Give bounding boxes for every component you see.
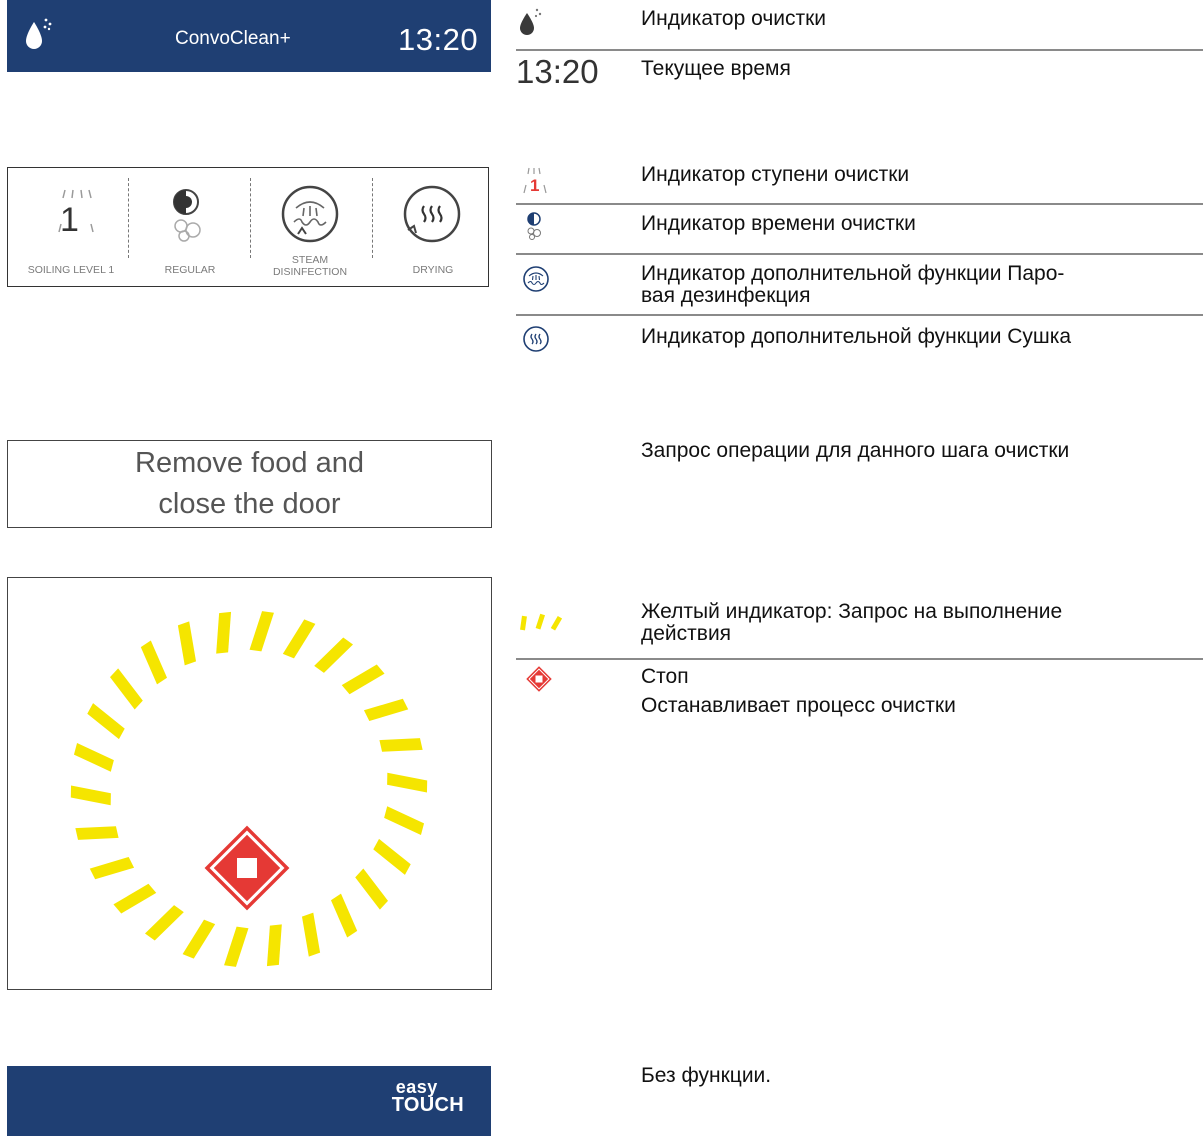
indicator-dash [373,838,411,875]
indicator-dash [70,785,111,806]
step-label-steam: STEAM DISINFECTION [250,254,370,278]
drying-icon [403,185,461,243]
soiling-level-number: 1 [60,201,79,239]
cleaning-time-icon [527,212,541,240]
divider [372,178,373,258]
indicator-dash [177,621,197,666]
stop-icon [526,666,552,692]
divider [516,253,1203,255]
indicator-dash [145,905,184,941]
indicator-dash [216,611,232,654]
legend-cleaning-time: Индикатор времени очистки [641,212,916,235]
legend-steam-line1: Индикатор дополнительной функции Паро- [641,262,1065,285]
indicator-dash [341,664,385,695]
steam-disinfection-icon [523,266,549,292]
indicator-dash [363,698,409,722]
clock: 13:20 [398,22,479,57]
indicator-dash [355,868,388,910]
yellow-indicator-icon [520,613,563,631]
legend-yellow-indicator: Желтый индикатор: Запрос на выполнение д… [641,601,1062,645]
legend-yellow-line2: действия [641,622,732,645]
divider [516,203,1203,205]
legend-cleaning-indicator: Индикатор очистки [641,7,827,30]
indicator-dash [113,883,157,914]
stop-button[interactable] [204,825,290,911]
cleaning-steps-panel: 1 SOILING LEVEL 1 REGULAR STEAM DISINFEC… [7,167,489,287]
indicator-dash [87,703,125,740]
indicator-dash [330,893,358,938]
divider [516,314,1203,316]
step-label-steam-line1: STEAM [291,254,329,266]
action-panel [7,577,492,990]
indicator-dash [110,668,143,710]
logo-text-top: easy [395,1077,438,1097]
legend-current-time: Текущее время [641,57,791,80]
cleaning-indicator-icon [520,8,542,35]
message-line-2: close the door [158,488,341,520]
legend-request: Запрос операции для данного шага очистки [641,439,1070,462]
indicator-dash [73,742,114,772]
message-panel: Remove food and close the door [7,440,492,528]
legend-steam-line2: вая дезинфекция [641,284,811,307]
indicator-dash [182,919,216,959]
water-drop-icon [26,18,52,49]
indicator-dash [249,611,274,652]
legend-steam-disinfection: Индикатор дополнительной функции Паро- в… [641,263,1064,307]
step-label-steam-line2: DISINFECTION [272,266,348,278]
divider [516,49,1203,51]
indicator-dash [301,912,321,957]
legend-yellow-line1: Желтый индикатор: Запрос на выполнение [641,600,1063,623]
step-label-regular: REGULAR [164,264,216,276]
logo-text-bottom: TOUCH [391,1094,464,1116]
indicator-dash [75,826,119,840]
step-label-drying: DRYING [412,264,454,276]
legend-time-sample: 13:20 [516,53,599,90]
legend-drying: Индикатор дополнительной функции Сушка [641,325,1072,348]
legend-stop-title: Стоп [641,665,689,688]
legend-cleaning-level: Индикатор ступени очистки [641,163,910,186]
easy-touch-logo: easy TOUCH [391,1077,464,1116]
indicator-dash [89,856,135,880]
divider [128,178,129,258]
indicator-dash [314,637,353,673]
indicator-dash [379,738,423,752]
divider [250,178,251,258]
app-title: ConvoClean+ [175,28,291,49]
message-line-1: Remove food and [135,447,364,479]
regular-time-icon [173,189,201,242]
yellow-indicator-ring [70,611,428,967]
indicator-dash [140,640,168,685]
footer-bar: easy TOUCH [7,1066,491,1136]
indicator-dash [387,772,428,793]
divider [516,658,1203,660]
indicator-dash [224,926,249,967]
legend-level-digit: 1 [530,176,540,195]
legend-no-function: Без функции. [641,1064,772,1087]
legend-stop-desc: Останавливает процесс очистки [641,694,956,717]
indicator-dash [266,924,282,967]
indicator-dash [282,619,316,659]
drying-icon [523,326,549,352]
step-label-soiling: SOILING LEVEL 1 [27,264,115,276]
steam-disinfection-icon [281,185,339,243]
indicator-dash [384,806,425,836]
